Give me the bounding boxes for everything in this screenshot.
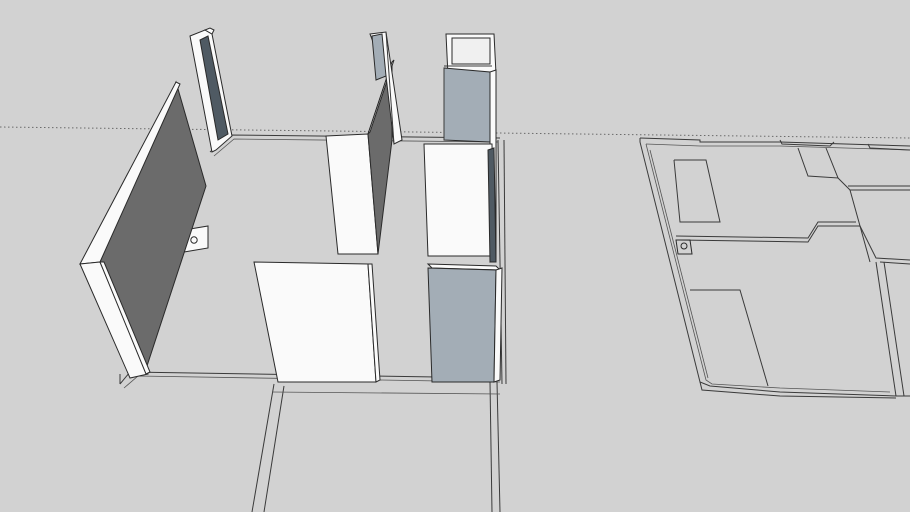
center-partition-wall[interactable] bbox=[325, 59, 395, 255]
left-wall[interactable] bbox=[79, 80, 207, 379]
front-center-wall[interactable] bbox=[253, 261, 381, 383]
3d-model-viewport[interactable] bbox=[0, 0, 910, 512]
back-left-column[interactable] bbox=[189, 27, 233, 153]
front-right-blue-wall[interactable] bbox=[426, 263, 503, 383]
floor-plan-drawing bbox=[639, 137, 910, 399]
mid-right-wall[interactable] bbox=[423, 143, 497, 263]
